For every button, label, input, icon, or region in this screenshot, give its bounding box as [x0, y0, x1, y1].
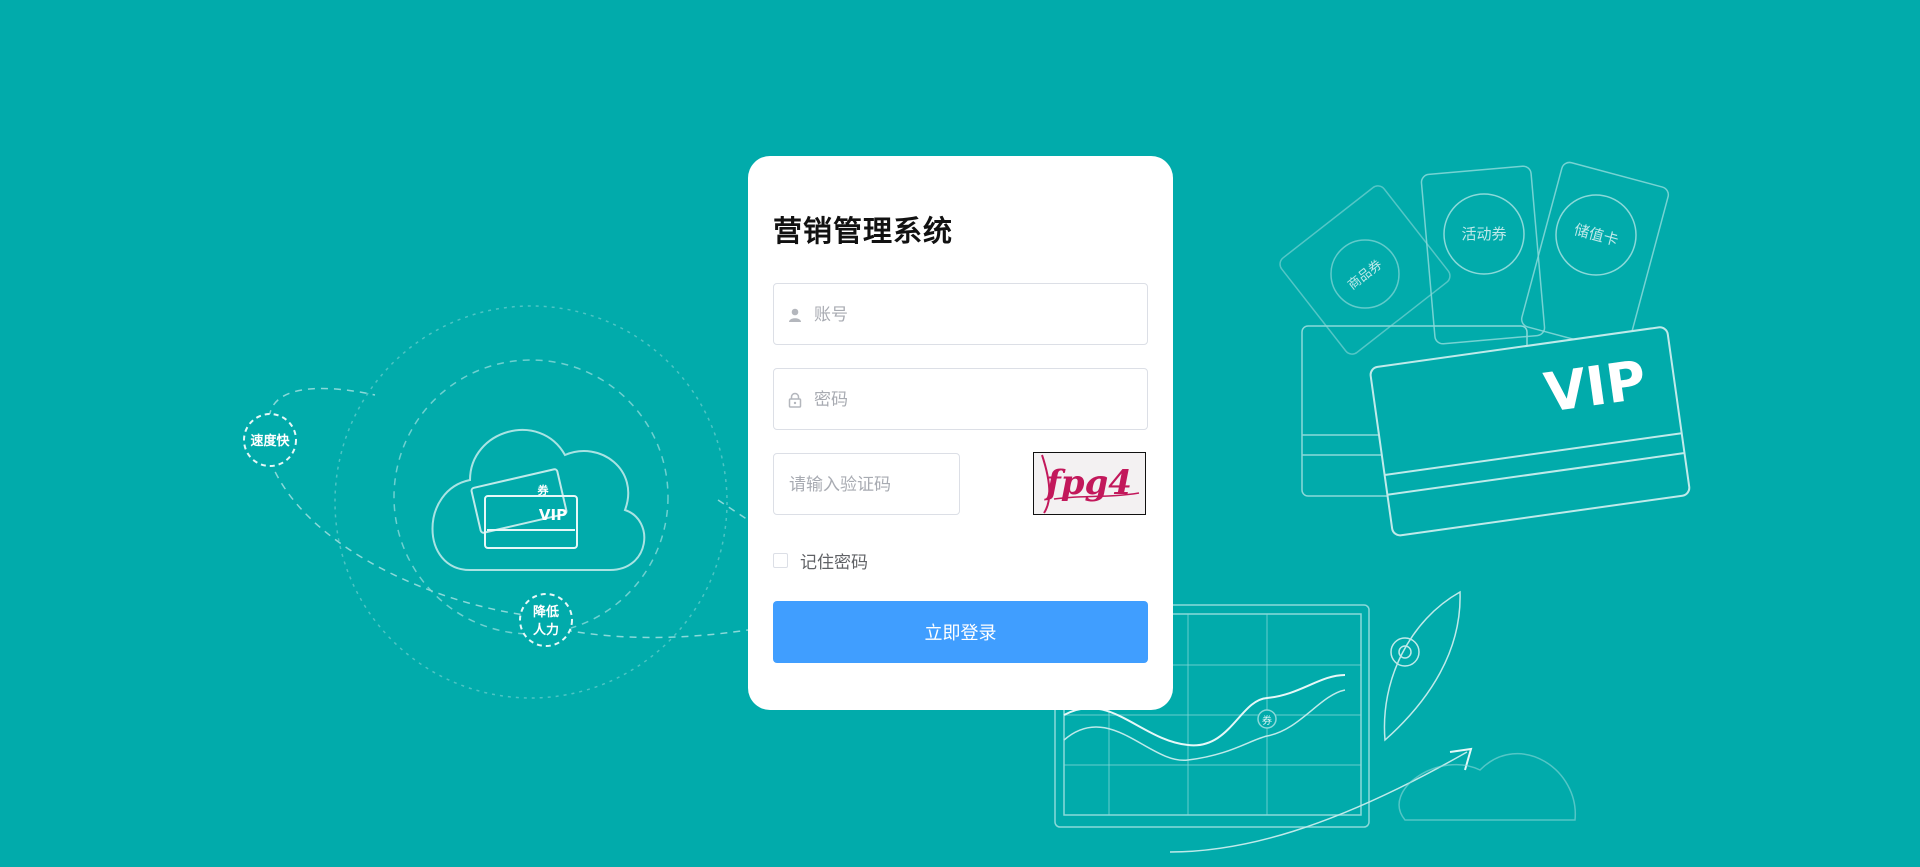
chart-marker-text: 券: [1262, 714, 1272, 727]
username-field[interactable]: [773, 283, 1148, 346]
remember-password[interactable]: 记住密码: [773, 548, 868, 573]
badge-speed-text: 速度快: [250, 433, 290, 449]
remember-checkbox[interactable]: [773, 552, 788, 568]
left-card-text: VIP: [539, 506, 567, 524]
user-icon: [789, 308, 801, 322]
badge-labor-text-2: 人力: [533, 622, 559, 638]
left-card-tag: 券: [537, 483, 550, 497]
captcha-image[interactable]: fpg4: [1033, 452, 1146, 515]
remember-label: 记住密码: [800, 552, 868, 573]
login-card: 营销管理系统 fpg4 记住密码 立即登录: [748, 156, 1173, 710]
password-field[interactable]: [773, 368, 1148, 431]
captcha-field[interactable]: [773, 453, 960, 516]
captcha-input[interactable]: [787, 454, 956, 516]
badge-labor-text-1: 降低: [533, 604, 559, 620]
coupon-activity-text: 活动券: [1461, 225, 1506, 243]
coupon-stored-value-text: 储值卡: [1572, 221, 1620, 250]
left-orbit-graphic: [243, 305, 749, 699]
right-coupon-graphic: [1279, 161, 1691, 537]
captcha-graphic: fpg4: [1041, 454, 1140, 514]
captcha-text: fpg4: [1044, 463, 1132, 503]
password-input[interactable]: [812, 369, 1136, 431]
lock-icon: [788, 392, 802, 408]
login-button[interactable]: 立即登录: [773, 601, 1148, 663]
coupon-goods-text: 商品券: [1345, 257, 1386, 294]
badge-labor-circle: [519, 593, 573, 647]
page-title: 营销管理系统: [773, 214, 954, 248]
username-input[interactable]: [812, 284, 1136, 346]
